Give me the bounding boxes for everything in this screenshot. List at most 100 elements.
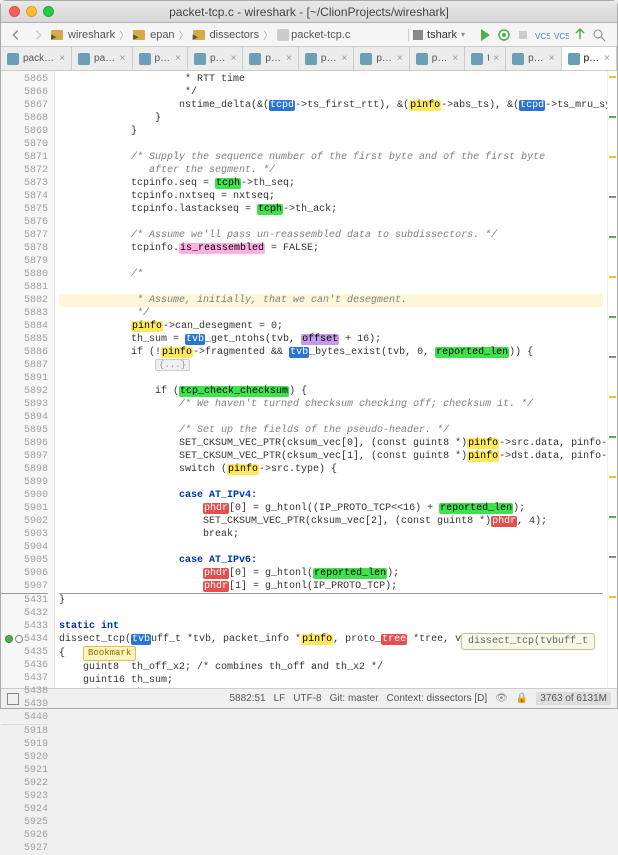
code-line[interactable]: /* [59, 268, 603, 281]
code-line[interactable]: { Bookmark [59, 646, 603, 661]
line-number[interactable]: 5902 [1, 515, 48, 528]
line-separator[interactable]: LF [274, 693, 286, 704]
line-number[interactable]: 5894 [1, 411, 48, 424]
code-line[interactable]: break; [59, 528, 603, 541]
search-icon[interactable] [591, 27, 607, 43]
minimap-mark[interactable] [609, 596, 616, 598]
run-button[interactable] [477, 27, 493, 43]
line-number[interactable]: 5906 [1, 567, 48, 580]
minimize-window-button[interactable] [26, 6, 37, 17]
breakpoint-icon[interactable] [5, 635, 13, 643]
code-line[interactable]: tcpinfo.nxtseq = nxtseq; [59, 190, 603, 203]
code-line[interactable]: dissect_tcp(tvbuff_t *tvb, packet_info *… [59, 633, 603, 646]
memory-indicator[interactable]: 3763 of 6131M [536, 692, 611, 705]
minimap-mark[interactable] [609, 556, 616, 558]
editor-tab[interactable]: packe× [72, 47, 132, 70]
line-number[interactable]: 5877 [1, 229, 48, 242]
line-number[interactable]: 5920 [1, 751, 48, 764]
line-number[interactable]: 5893 [1, 398, 48, 411]
code-line[interactable]: phdr[0] = g_htonl(reported_len); [59, 567, 603, 580]
line-number[interactable]: 5433 [1, 620, 48, 633]
line-number[interactable]: 5867 [1, 99, 48, 112]
breadcrumb-item[interactable]: ▸epan [133, 29, 174, 41]
code-line[interactable]: SET_CKSUM_VEC_PTR(cksum_vec[2], (const g… [59, 515, 603, 528]
code-line[interactable]: if (!pinfo->fragmented && tvb_bytes_exis… [59, 346, 603, 359]
editor-tab[interactable]: pack× [410, 47, 465, 70]
code-line[interactable] [59, 372, 603, 385]
vcs-update-button[interactable]: VCS↓ [534, 27, 550, 43]
line-number[interactable]: 5901 [1, 502, 48, 515]
line-number[interactable]: 5874 [1, 190, 48, 203]
close-tab-button[interactable]: × [231, 53, 237, 64]
line-number[interactable]: 5879 [1, 255, 48, 268]
vcs-commit-button[interactable]: VCS↑ [553, 27, 569, 43]
code-line[interactable]: guint16 th_sum; [59, 674, 603, 687]
line-number[interactable]: 5923 [1, 790, 48, 803]
code-line[interactable] [59, 607, 603, 620]
vcs-push-button[interactable] [572, 27, 588, 43]
line-number[interactable]: 5439 [1, 698, 48, 711]
line-number[interactable]: 5437 [1, 672, 48, 685]
file-encoding[interactable]: UTF-8 [293, 693, 321, 704]
line-number[interactable]: 5871 [1, 151, 48, 164]
minimap-mark[interactable] [609, 356, 616, 358]
editor-tab[interactable]: pack× [506, 47, 561, 70]
code-line[interactable]: static int [59, 620, 603, 633]
code-line[interactable]: */ [59, 307, 603, 320]
line-number[interactable]: 5896 [1, 437, 48, 450]
line-number[interactable]: 5881 [1, 281, 48, 294]
close-tab-button[interactable]: × [397, 53, 403, 64]
code-line[interactable] [59, 541, 603, 554]
stop-button[interactable] [515, 27, 531, 43]
minimap-mark[interactable] [609, 76, 616, 78]
code-line[interactable]: SET_CKSUM_VEC_PTR(cksum_vec[0], (const g… [59, 437, 603, 450]
code-line[interactable]: phdr[1] = g_htonl(IP_PROTO_TCP); [59, 580, 603, 593]
code-line[interactable]: } [59, 594, 603, 607]
minimap-mark[interactable] [609, 236, 616, 238]
editor-tab[interactable]: ti× [465, 47, 506, 70]
line-number[interactable]: 5904 [1, 541, 48, 554]
code-line[interactable]: nstime_delta(&(tcpd->ts_first_rtt), &(pi… [59, 99, 603, 112]
line-number[interactable]: 5883 [1, 307, 48, 320]
line-number[interactable]: 5870 [1, 138, 48, 151]
minimap-mark[interactable] [609, 276, 616, 278]
line-number[interactable]: 5887 [1, 359, 48, 372]
minimap-mark[interactable] [609, 116, 616, 118]
code-line[interactable]: pinfo->can_desegment = 0; [59, 320, 603, 333]
line-number[interactable]: 5880 [1, 268, 48, 281]
code-line[interactable]: * Assume, initially, that we can't deseg… [59, 294, 603, 307]
code-line[interactable]: switch (pinfo->src.type) { [59, 463, 603, 476]
code-line[interactable]: guint8 th_off_x2; /* combines th_off and… [59, 661, 603, 674]
close-window-button[interactable] [9, 6, 20, 17]
code-line[interactable]: tcpinfo.seq = tcph->th_seq; [59, 177, 603, 190]
line-number[interactable]: 5882 [1, 294, 48, 307]
code-line[interactable]: */ [59, 86, 603, 99]
editor-tab[interactable]: pack× [133, 47, 188, 70]
close-tab-button[interactable]: × [286, 53, 292, 64]
close-tab-button[interactable]: × [493, 53, 499, 64]
line-number[interactable]: 5918 [1, 725, 48, 738]
code-line[interactable]: {...} [59, 359, 603, 372]
line-number[interactable]: 5435 [1, 646, 48, 659]
forward-button[interactable] [29, 26, 47, 44]
line-number[interactable]: 5907 [1, 580, 48, 593]
code-line[interactable]: /* We haven't turned checksum checking o… [59, 398, 603, 411]
editor-tab[interactable]: pack× [299, 47, 354, 70]
minimap-mark[interactable] [609, 436, 616, 438]
code-view[interactable]: * RTT time */ nstime_delta(&(tcpd->ts_fi… [55, 71, 607, 688]
code-line[interactable]: if (tcp_check_checksum) { [59, 385, 603, 398]
debug-button[interactable] [496, 27, 512, 43]
line-number[interactable]: 5886 [1, 346, 48, 359]
line-number[interactable]: 5878 [1, 242, 48, 255]
git-branch[interactable]: Git: master [330, 693, 379, 704]
minimap-mark[interactable] [609, 316, 616, 318]
line-number[interactable]: 5868 [1, 112, 48, 125]
line-number[interactable]: 5436 [1, 659, 48, 672]
line-number[interactable]: 5922 [1, 777, 48, 790]
gutter[interactable]: 5865586658675868586958705871587258735874… [1, 71, 55, 688]
close-tab-button[interactable]: × [604, 53, 610, 64]
line-number[interactable]: 5885 [1, 333, 48, 346]
code-line[interactable] [59, 411, 603, 424]
code-line[interactable]: SET_CKSUM_VEC_PTR(cksum_vec[1], (const g… [59, 450, 603, 463]
line-number[interactable]: 5866 [1, 86, 48, 99]
